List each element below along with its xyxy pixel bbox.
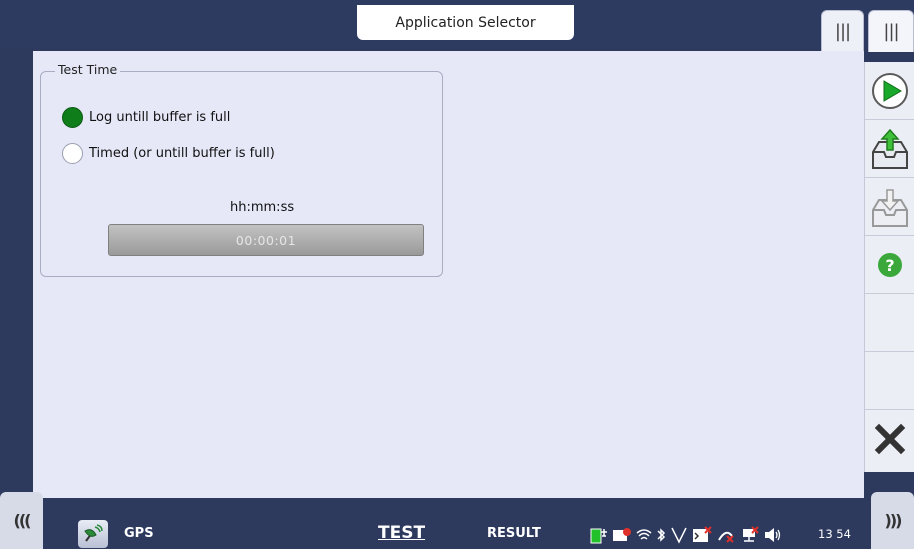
terminal-icon — [693, 526, 712, 542]
wifi-icon — [636, 529, 652, 540]
save-button[interactable] — [865, 120, 914, 178]
start-button[interactable] — [865, 62, 914, 120]
top-tab-left[interactable]: ||| — [821, 10, 864, 52]
sidebar-empty-slot-2 — [865, 352, 914, 410]
status-icons — [590, 525, 782, 545]
sidebar-empty-slot-1 — [865, 294, 914, 352]
signal-v-icon — [671, 527, 687, 544]
top-tab-right[interactable]: ||| — [868, 10, 914, 52]
speaker-icon — [765, 528, 781, 542]
clock: 13 54 — [818, 527, 851, 541]
radio-log-until-full[interactable]: Log untill buffer is full — [62, 107, 230, 128]
tab-test[interactable]: TEST — [378, 523, 425, 543]
radio-button-unselected[interactable] — [62, 143, 83, 164]
radio-button-selected[interactable] — [62, 107, 83, 128]
help-icon: ? — [878, 252, 902, 277]
left-panel-tab-label: ((( — [13, 511, 32, 530]
top-tab-right-label: ||| — [883, 21, 899, 42]
radio-timed[interactable]: Timed (or untill buffer is full) — [62, 143, 275, 164]
time-format-label: hh:mm:ss — [230, 200, 295, 215]
bluetooth-icon — [657, 528, 666, 542]
right-panel-tab[interactable]: ))) — [871, 492, 914, 549]
satellite-off-icon — [718, 531, 734, 543]
tab-result[interactable]: RESULT — [487, 526, 541, 541]
main-panel: Test Time Log untill buffer is full Time… — [33, 51, 864, 498]
camera-icon — [613, 528, 631, 541]
gps-icon[interactable] — [78, 520, 108, 548]
radio-timed-label: Timed (or untill buffer is full) — [89, 146, 275, 161]
close-button[interactable] — [865, 410, 914, 468]
application-selector-tab[interactable]: Application Selector — [357, 5, 574, 40]
radio-log-label: Log untill buffer is full — [89, 110, 231, 125]
test-time-group: Test Time Log untill buffer is full Time… — [40, 62, 443, 277]
satellite-dish-icon — [84, 524, 103, 542]
right-panel-tab-label: ))) — [884, 511, 903, 530]
play-icon — [872, 72, 908, 109]
battery-charging-icon — [590, 528, 607, 544]
upload-icon — [872, 128, 908, 169]
help-glyph: ? — [885, 256, 894, 275]
right-sidebar: ? — [864, 62, 914, 472]
top-tab-left-label: ||| — [834, 21, 851, 42]
time-input-field[interactable]: 00:00:01 — [108, 224, 424, 256]
download-icon — [872, 188, 908, 227]
load-button[interactable] — [865, 178, 914, 236]
help-button[interactable]: ? — [865, 236, 914, 294]
network-off-icon — [743, 526, 759, 542]
close-icon — [874, 423, 906, 455]
gps-label[interactable]: GPS — [124, 526, 154, 541]
application-selector-label: Application Selector — [395, 14, 536, 31]
test-time-title: Test Time — [55, 62, 121, 77]
time-value: 00:00:01 — [235, 232, 297, 248]
left-panel-tab[interactable]: ((( — [0, 492, 43, 549]
